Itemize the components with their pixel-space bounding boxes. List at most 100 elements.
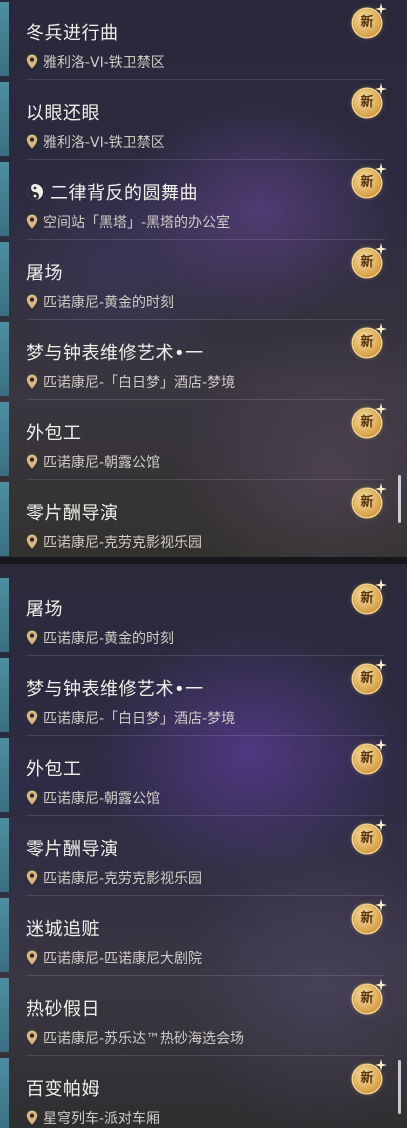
sparkle-icon (375, 83, 387, 95)
sparkle-icon (375, 483, 387, 495)
quest-item[interactable]: 零片酬导演 匹诺康尼-克劳克影视乐园 新 (0, 480, 407, 557)
accent-bar (0, 658, 9, 732)
quest-list-panel-top: 冬兵进行曲 雅利洛-VI-铁卫禁区 新 以眼还眼 雅利洛-VI-铁卫禁区 新 二… (0, 0, 407, 557)
location-pin-icon (26, 1110, 38, 1125)
quest-location-row: 匹诺康尼-苏乐达™热砂海选会场 (26, 1028, 244, 1048)
sparkle-icon (375, 579, 387, 591)
accent-bar (0, 818, 9, 892)
new-badge: 新 (351, 403, 387, 440)
accent-bar (0, 2, 9, 76)
quest-location: 雅利洛-VI-铁卫禁区 (43, 55, 165, 71)
location-pin-icon (26, 534, 38, 549)
accent-bar (0, 82, 9, 156)
quest-item[interactable]: 屠场 匹诺康尼-黄金的时刻 新 (0, 240, 407, 320)
quest-location-row: 匹诺康尼-朝露公馆 (26, 788, 160, 808)
quest-item[interactable]: 二律背反的圆舞曲 空间站「黑塔」-黑塔的办公室 新 (0, 160, 407, 240)
quest-location: 匹诺康尼-「白日梦」酒店-梦境 (43, 711, 236, 727)
accent-bar (0, 322, 9, 396)
location-pin-icon (26, 630, 38, 645)
quest-location: 匹诺康尼-朝露公馆 (43, 455, 161, 471)
quest-location: 匹诺康尼-黄金的时刻 (43, 295, 175, 311)
location-pin-icon (26, 134, 38, 149)
new-badge: 新 (351, 739, 387, 776)
quest-title: 外包工 (26, 423, 82, 444)
sparkle-icon (375, 979, 387, 991)
quest-location-row: 星穹列车-派对车厢 (26, 1108, 160, 1128)
quest-title: 屠场 (26, 263, 63, 284)
quest-location-row: 匹诺康尼-克劳克影视乐园 (26, 868, 202, 888)
quest-title: 零片酬导演 (26, 839, 119, 860)
quest-item[interactable]: 外包工 匹诺康尼-朝露公馆 新 (0, 736, 407, 816)
accent-bar (0, 978, 9, 1052)
quest-location: 雅利洛-VI-铁卫禁区 (43, 135, 165, 151)
accent-bar (0, 738, 9, 812)
new-badge: 新 (351, 659, 387, 696)
accent-bar (0, 898, 9, 972)
quest-item[interactable]: 迷城追赃 匹诺康尼-匹诺康尼大剧院 新 (0, 896, 407, 976)
sparkle-icon (375, 899, 387, 911)
quest-location: 匹诺康尼-黄金的时刻 (43, 631, 175, 647)
sparkle-icon (375, 3, 387, 15)
new-badge: 新 (351, 899, 387, 936)
location-pin-icon (26, 294, 38, 309)
new-badge: 新 (351, 163, 387, 200)
quest-title: 以眼还眼 (26, 103, 100, 124)
quest-location: 匹诺康尼-苏乐达™热砂海选会场 (43, 1031, 245, 1047)
sparkle-icon (375, 323, 387, 335)
scrollbar-thumb[interactable] (398, 475, 401, 523)
location-pin-icon (26, 950, 38, 965)
quest-title: 屠场 (26, 599, 63, 620)
quest-location-row: 雅利洛-VI-铁卫禁区 (26, 52, 165, 72)
new-badge: 新 (351, 979, 387, 1016)
new-badge: 新 (351, 1059, 387, 1096)
quest-item[interactable]: 梦与钟表维修艺术•一 匹诺康尼-「白日梦」酒店-梦境 新 (0, 656, 407, 736)
quest-item[interactable]: 屠场 匹诺康尼-黄金的时刻 新 (0, 576, 407, 656)
location-pin-icon (26, 454, 38, 469)
location-pin-icon (26, 710, 38, 725)
quest-item[interactable]: 百变帕姆 星穹列车-派对车厢 新 (0, 1056, 407, 1128)
quest-title: 梦与钟表维修艺术•一 (26, 679, 204, 700)
quest-item[interactable]: 以眼还眼 雅利洛-VI-铁卫禁区 新 (0, 80, 407, 160)
quest-list-panel-bottom: 屠场 匹诺康尼-黄金的时刻 新 梦与钟表维修艺术•一 匹诺康尼-「白日梦」酒店-… (0, 564, 407, 1128)
new-badge: 新 (351, 579, 387, 616)
scrollbar-thumb[interactable] (398, 1060, 401, 1114)
location-pin-icon (26, 1030, 38, 1045)
quest-title: 冬兵进行曲 (26, 23, 119, 44)
quest-location-row: 雅利洛-VI-铁卫禁区 (26, 132, 165, 152)
accent-bar (0, 242, 9, 316)
location-pin-icon (26, 790, 38, 805)
quest-location-row: 匹诺康尼-黄金的时刻 (26, 628, 174, 648)
quest-item[interactable]: 零片酬导演 匹诺康尼-克劳克影视乐园 新 (0, 816, 407, 896)
accent-bar (0, 162, 9, 236)
quest-location: 匹诺康尼-克劳克影视乐园 (43, 535, 203, 551)
quest-title-row: 二律背反的圆舞曲 (26, 179, 198, 205)
accent-bar (0, 1058, 9, 1128)
sparkle-icon (375, 1059, 387, 1071)
quest-item[interactable]: 梦与钟表维修艺术•一 匹诺康尼-「白日梦」酒店-梦境 新 (0, 320, 407, 400)
quest-item[interactable]: 热砂假日 匹诺康尼-苏乐达™热砂海选会场 新 (0, 976, 407, 1056)
new-badge: 新 (351, 323, 387, 360)
location-pin-icon (26, 374, 38, 389)
quest-title: 热砂假日 (26, 999, 100, 1020)
quest-location-row: 匹诺康尼-克劳克影视乐园 (26, 532, 202, 552)
quest-item[interactable]: 冬兵进行曲 雅利洛-VI-铁卫禁区 新 (0, 0, 407, 80)
new-badge: 新 (351, 483, 387, 520)
quest-title: 迷城追赃 (26, 919, 100, 940)
quest-title: 零片酬导演 (26, 503, 119, 524)
quest-title: 梦与钟表维修艺术•一 (26, 343, 204, 364)
special-quest-icon (27, 184, 43, 200)
new-badge: 新 (351, 243, 387, 280)
quest-location-row: 匹诺康尼-「白日梦」酒店-梦境 (26, 372, 235, 392)
location-pin-icon (26, 214, 38, 229)
quest-location: 星穹列车-派对车厢 (43, 1111, 161, 1127)
quest-location: 匹诺康尼-匹诺康尼大剧院 (43, 951, 203, 967)
sparkle-icon (375, 739, 387, 751)
accent-bar (0, 402, 9, 476)
sparkle-icon (375, 403, 387, 415)
quest-location-row: 匹诺康尼-匹诺康尼大剧院 (26, 948, 202, 968)
new-badge: 新 (351, 819, 387, 856)
quest-item[interactable]: 外包工 匹诺康尼-朝露公馆 新 (0, 400, 407, 480)
sparkle-icon (375, 243, 387, 255)
location-pin-icon (26, 54, 38, 69)
quest-location: 空间站「黑塔」-黑塔的办公室 (43, 215, 231, 231)
